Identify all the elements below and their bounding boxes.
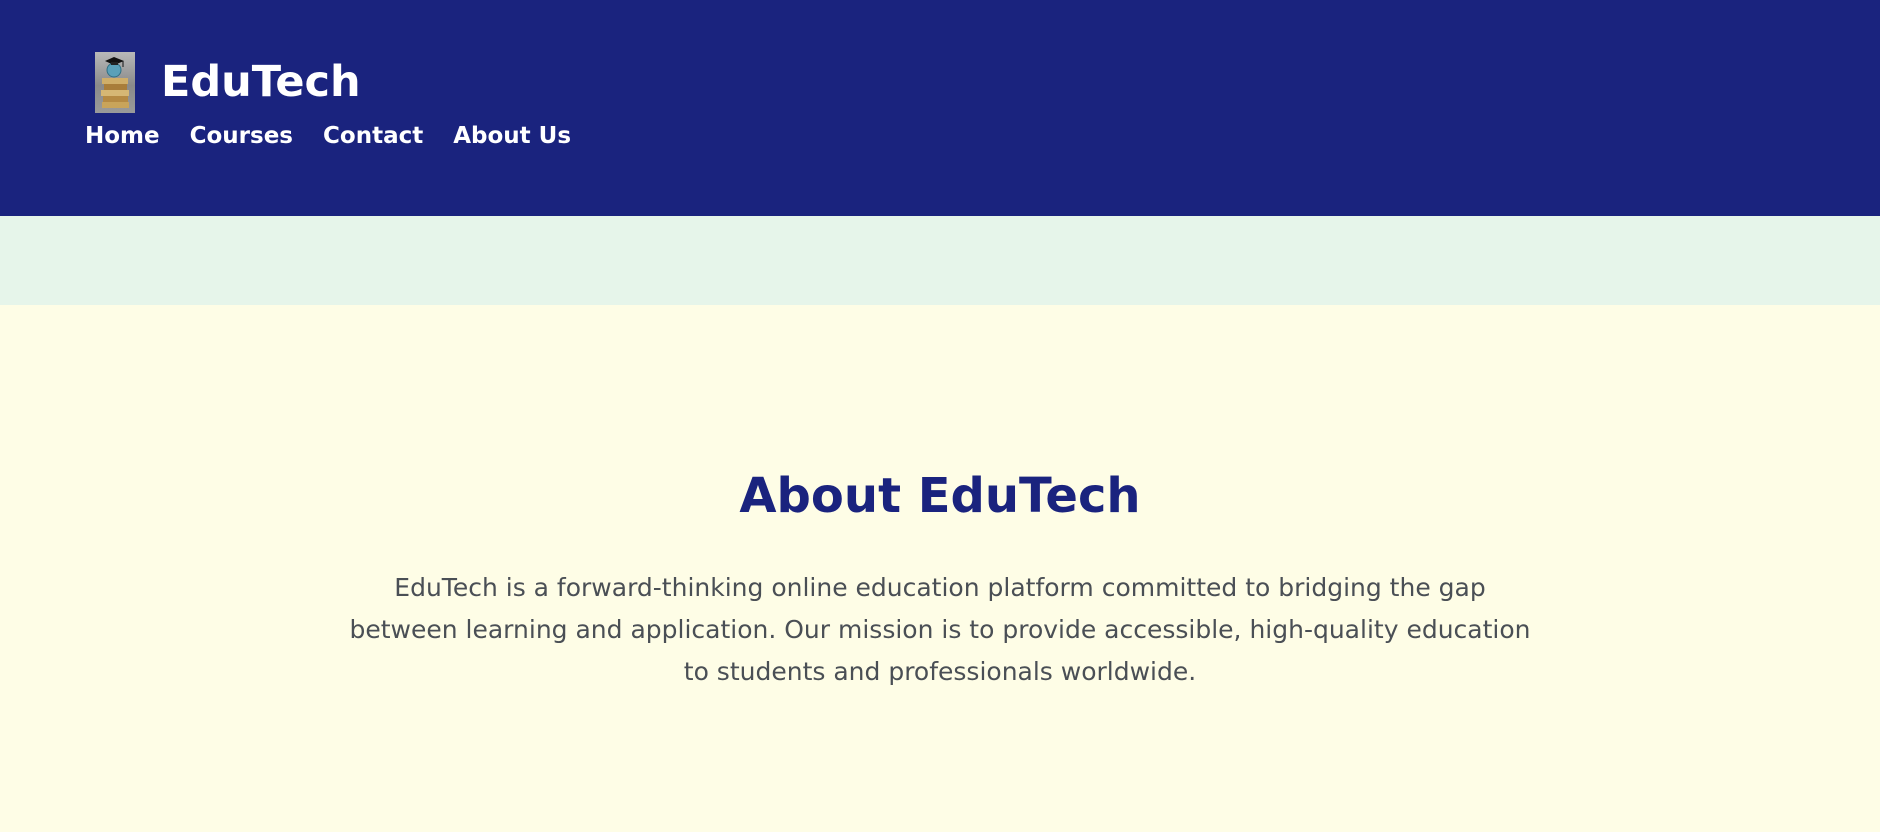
brand-name: EduTech <box>161 57 361 107</box>
about-title: About EduTech <box>739 468 1141 524</box>
nav-contact-link[interactable]: Contact <box>323 123 423 151</box>
site-header: EduTech Home Courses Contact About Us <box>0 0 1880 216</box>
about-section: About EduTech EduTech is a forward-think… <box>0 305 1880 832</box>
brand[interactable]: EduTech <box>95 52 361 113</box>
hero-band <box>0 216 1880 305</box>
about-description: EduTech is a forward-thinking online edu… <box>349 573 1531 686</box>
nav-courses-link[interactable]: Courses <box>190 123 293 151</box>
nav-about-link[interactable]: About Us <box>453 123 571 151</box>
books-graduation-cap-icon <box>95 52 135 113</box>
nav-home-link[interactable]: Home <box>85 123 160 151</box>
main-nav: Home Courses Contact About Us <box>85 123 601 151</box>
